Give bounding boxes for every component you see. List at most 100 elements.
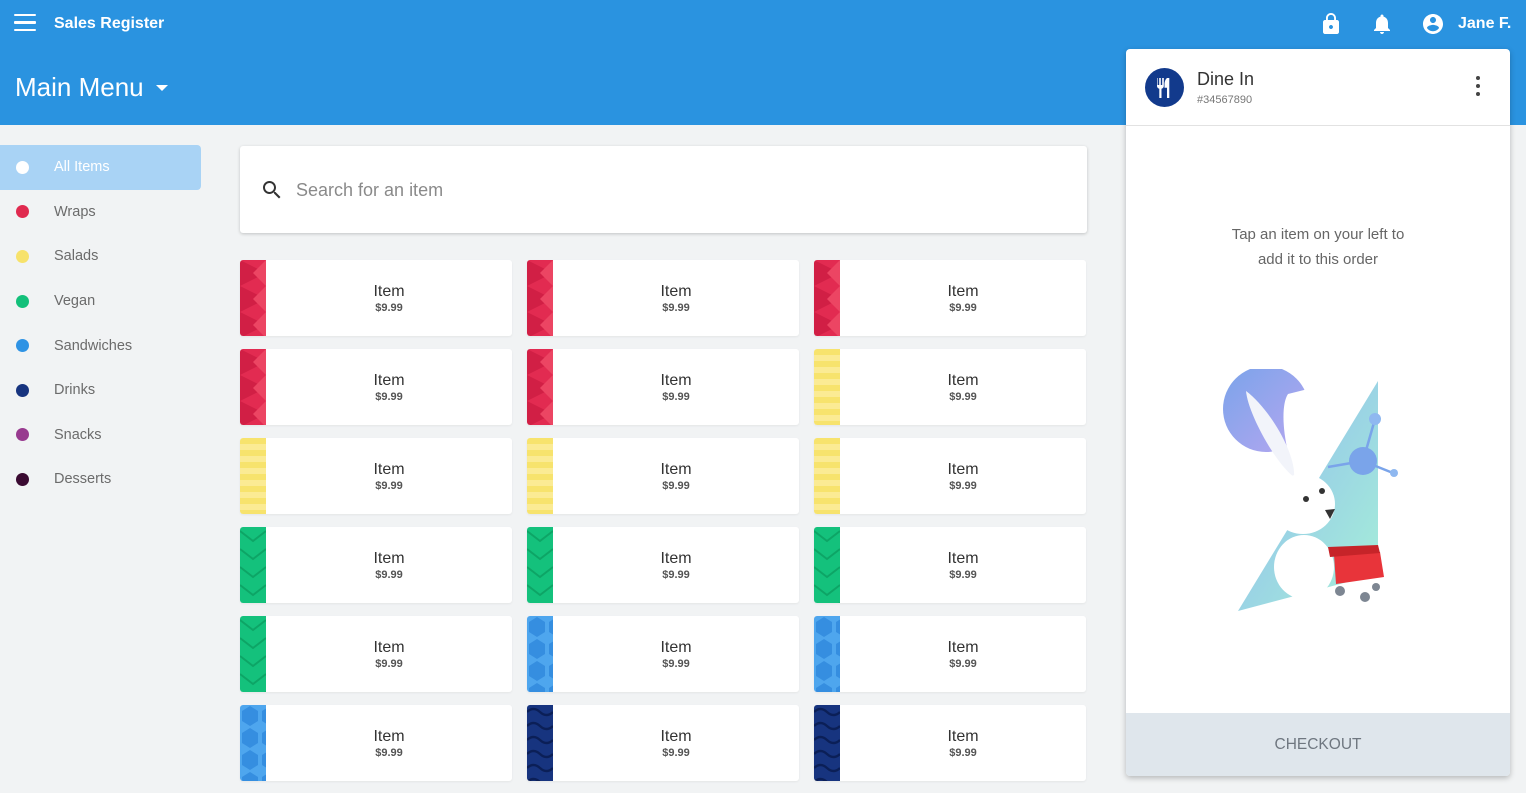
category-dot [16, 205, 29, 219]
item-price: $9.99 [375, 480, 403, 492]
item-price: $9.99 [949, 391, 977, 403]
item-category-stripe [527, 349, 553, 425]
category-snacks[interactable]: Snacks [0, 413, 201, 458]
item-name: Item [947, 639, 979, 656]
category-drinks[interactable]: Drinks [0, 368, 201, 413]
item-card[interactable]: Item $9.99 [814, 705, 1086, 781]
item-card[interactable]: Item $9.99 [814, 616, 1086, 692]
order-header: Dine In #34567890 [1126, 49, 1510, 126]
item-name: Item [660, 639, 692, 656]
item-category-stripe [814, 616, 840, 692]
category-label: Salads [54, 248, 99, 265]
category-dot [16, 339, 29, 353]
item-price: $9.99 [662, 658, 690, 670]
item-name: Item [947, 461, 979, 478]
order-number: #34567890 [1197, 94, 1253, 106]
empty-message-line: add it to this order [1257, 251, 1379, 268]
bunny-shopping-illustration [1223, 369, 1398, 611]
category-sandwiches[interactable]: Sandwiches [0, 323, 201, 368]
item-price: $9.99 [375, 391, 403, 403]
order-panel: Dine In #34567890 Tap an item on your le… [1126, 49, 1510, 776]
category-label: Desserts [54, 471, 112, 488]
item-category-stripe [814, 705, 840, 781]
item-card[interactable]: Item $9.99 [527, 438, 799, 514]
item-name: Item [947, 728, 979, 745]
item-name: Item [660, 283, 692, 300]
category-label: Vegan [54, 293, 96, 310]
category-dot [16, 472, 29, 486]
category-dot [16, 294, 29, 308]
item-card[interactable]: Item $9.99 [240, 260, 512, 336]
category-dot [16, 160, 29, 174]
empty-message-line: Tap an item on your left to [1231, 226, 1405, 243]
category-label: Sandwiches [54, 337, 133, 354]
menu-selector[interactable]: Main Menu [15, 72, 168, 103]
item-card[interactable]: Item $9.99 [240, 705, 512, 781]
category-desserts[interactable]: Desserts [0, 457, 201, 502]
item-price: $9.99 [949, 658, 977, 670]
item-category-stripe [240, 260, 266, 336]
category-label: All Items [54, 159, 110, 176]
item-price: $9.99 [662, 302, 690, 314]
item-price: $9.99 [375, 569, 403, 581]
item-card[interactable]: Item $9.99 [240, 438, 512, 514]
item-price: $9.99 [949, 569, 977, 581]
category-salads[interactable]: Salads [0, 234, 201, 279]
item-name: Item [373, 728, 405, 745]
item-name: Item [947, 283, 979, 300]
item-card[interactable]: Item $9.99 [814, 438, 1086, 514]
category-dot [16, 249, 29, 263]
item-card[interactable]: Item $9.99 [527, 616, 799, 692]
item-category-stripe [240, 438, 266, 514]
item-price: $9.99 [375, 302, 403, 314]
restaurant-icon [1157, 78, 1170, 98]
item-card[interactable]: Item $9.99 [240, 527, 512, 603]
item-price: $9.99 [662, 391, 690, 403]
item-card[interactable]: Item $9.99 [814, 527, 1086, 603]
item-card[interactable]: Item $9.99 [814, 349, 1086, 425]
search-input[interactable] [296, 174, 1056, 206]
item-name: Item [373, 283, 405, 300]
item-name: Item [373, 639, 405, 656]
item-category-stripe [240, 349, 266, 425]
item-category-stripe [240, 616, 266, 692]
category-label: Drinks [54, 382, 96, 399]
item-category-stripe [240, 705, 266, 781]
search-bar [240, 146, 1087, 233]
category-label: Wraps [54, 203, 96, 220]
user-name[interactable]: Jane F. [1458, 15, 1511, 33]
category-dot [16, 383, 29, 397]
item-name: Item [373, 461, 405, 478]
lock-icon[interactable] [1319, 12, 1343, 36]
item-card[interactable]: Item $9.99 [527, 705, 799, 781]
item-card[interactable]: Item $9.99 [240, 616, 512, 692]
item-card[interactable]: Item $9.99 [527, 260, 799, 336]
item-name: Item [660, 728, 692, 745]
item-name: Item [660, 550, 692, 567]
more-vert-icon[interactable] [1468, 76, 1488, 100]
item-name: Item [947, 550, 979, 567]
item-name: Item [373, 372, 405, 389]
category-wraps[interactable]: Wraps [0, 190, 201, 235]
account-circle-icon[interactable] [1421, 12, 1445, 36]
order-type-avatar [1145, 68, 1184, 107]
item-card[interactable]: Item $9.99 [240, 349, 512, 425]
empty-order-message: Tap an item on your left to add it to th… [1126, 222, 1510, 272]
item-card[interactable]: Item $9.99 [527, 349, 799, 425]
item-card[interactable]: Item $9.99 [814, 260, 1086, 336]
category-vegan[interactable]: Vegan [0, 279, 201, 324]
bell-icon[interactable] [1370, 12, 1394, 36]
menu-title: Main Menu [15, 72, 144, 102]
app-title: Sales Register [54, 15, 165, 32]
item-price: $9.99 [949, 747, 977, 759]
checkout-button[interactable]: CHECKOUT [1126, 713, 1510, 776]
item-category-stripe [527, 705, 553, 781]
item-card[interactable]: Item $9.99 [527, 527, 799, 603]
hamburger-icon[interactable] [14, 14, 36, 32]
item-price: $9.99 [662, 747, 690, 759]
category-all-items[interactable]: All Items [0, 145, 201, 190]
item-category-stripe [814, 527, 840, 603]
item-category-stripe [527, 527, 553, 603]
item-category-stripe [814, 438, 840, 514]
item-category-stripe [240, 527, 266, 603]
